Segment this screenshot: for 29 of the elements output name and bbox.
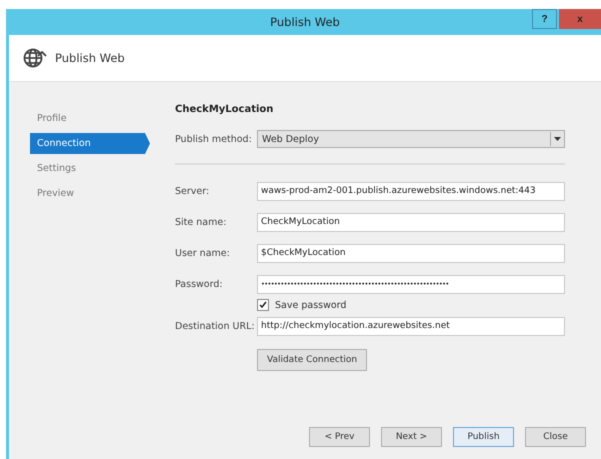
- publish-method-dropdown[interactable]: Web Deploy: [257, 130, 565, 148]
- globe-icon: [23, 47, 47, 69]
- dialog-button[interactable]: Next >: [381, 427, 442, 447]
- input-field[interactable]: CheckMyLocation: [257, 212, 565, 232]
- sidebar-item[interactable]: Preview: [30, 183, 150, 204]
- window-title: Publish Web: [270, 15, 340, 29]
- dialog-button[interactable]: Publish: [453, 427, 514, 447]
- field-label: Destination URL:: [175, 320, 256, 332]
- caret-icon: [554, 137, 561, 141]
- checkbox[interactable]: [257, 299, 269, 311]
- field-label: Password:: [175, 278, 224, 290]
- sidebar-item[interactable]: Settings: [30, 158, 150, 179]
- field-label: Site name:: [175, 216, 228, 228]
- input-field[interactable]: waws-prod-am2-001.publish.azurewebsites.windows.net:443: [257, 182, 565, 200]
- validate-connection-button[interactable]: Validate Connection: [257, 349, 368, 371]
- field-label: User name:: [175, 248, 231, 258]
- profile-name: CheckMyLocation: [175, 104, 274, 115]
- field-label: Server:: [175, 186, 210, 196]
- dialog-button[interactable]: Close: [525, 427, 586, 447]
- input-field[interactable]: $CheckMyLocation: [257, 244, 565, 262]
- field-label: Publish method:: [175, 134, 253, 144]
- sidebar-item[interactable]: Profile: [30, 108, 150, 129]
- window-close-button[interactable]: x: [559, 9, 601, 29]
- header-title: Publish Web: [55, 51, 125, 65]
- dialog-button[interactable]: < Prev: [309, 427, 370, 447]
- input-field[interactable]: http://checkmylocation.azurewebsites.net: [257, 316, 565, 336]
- checkbox-label: Save password: [275, 300, 346, 310]
- sidebar-item[interactable]: Connection: [30, 133, 150, 154]
- help-button[interactable]: ?: [532, 9, 557, 29]
